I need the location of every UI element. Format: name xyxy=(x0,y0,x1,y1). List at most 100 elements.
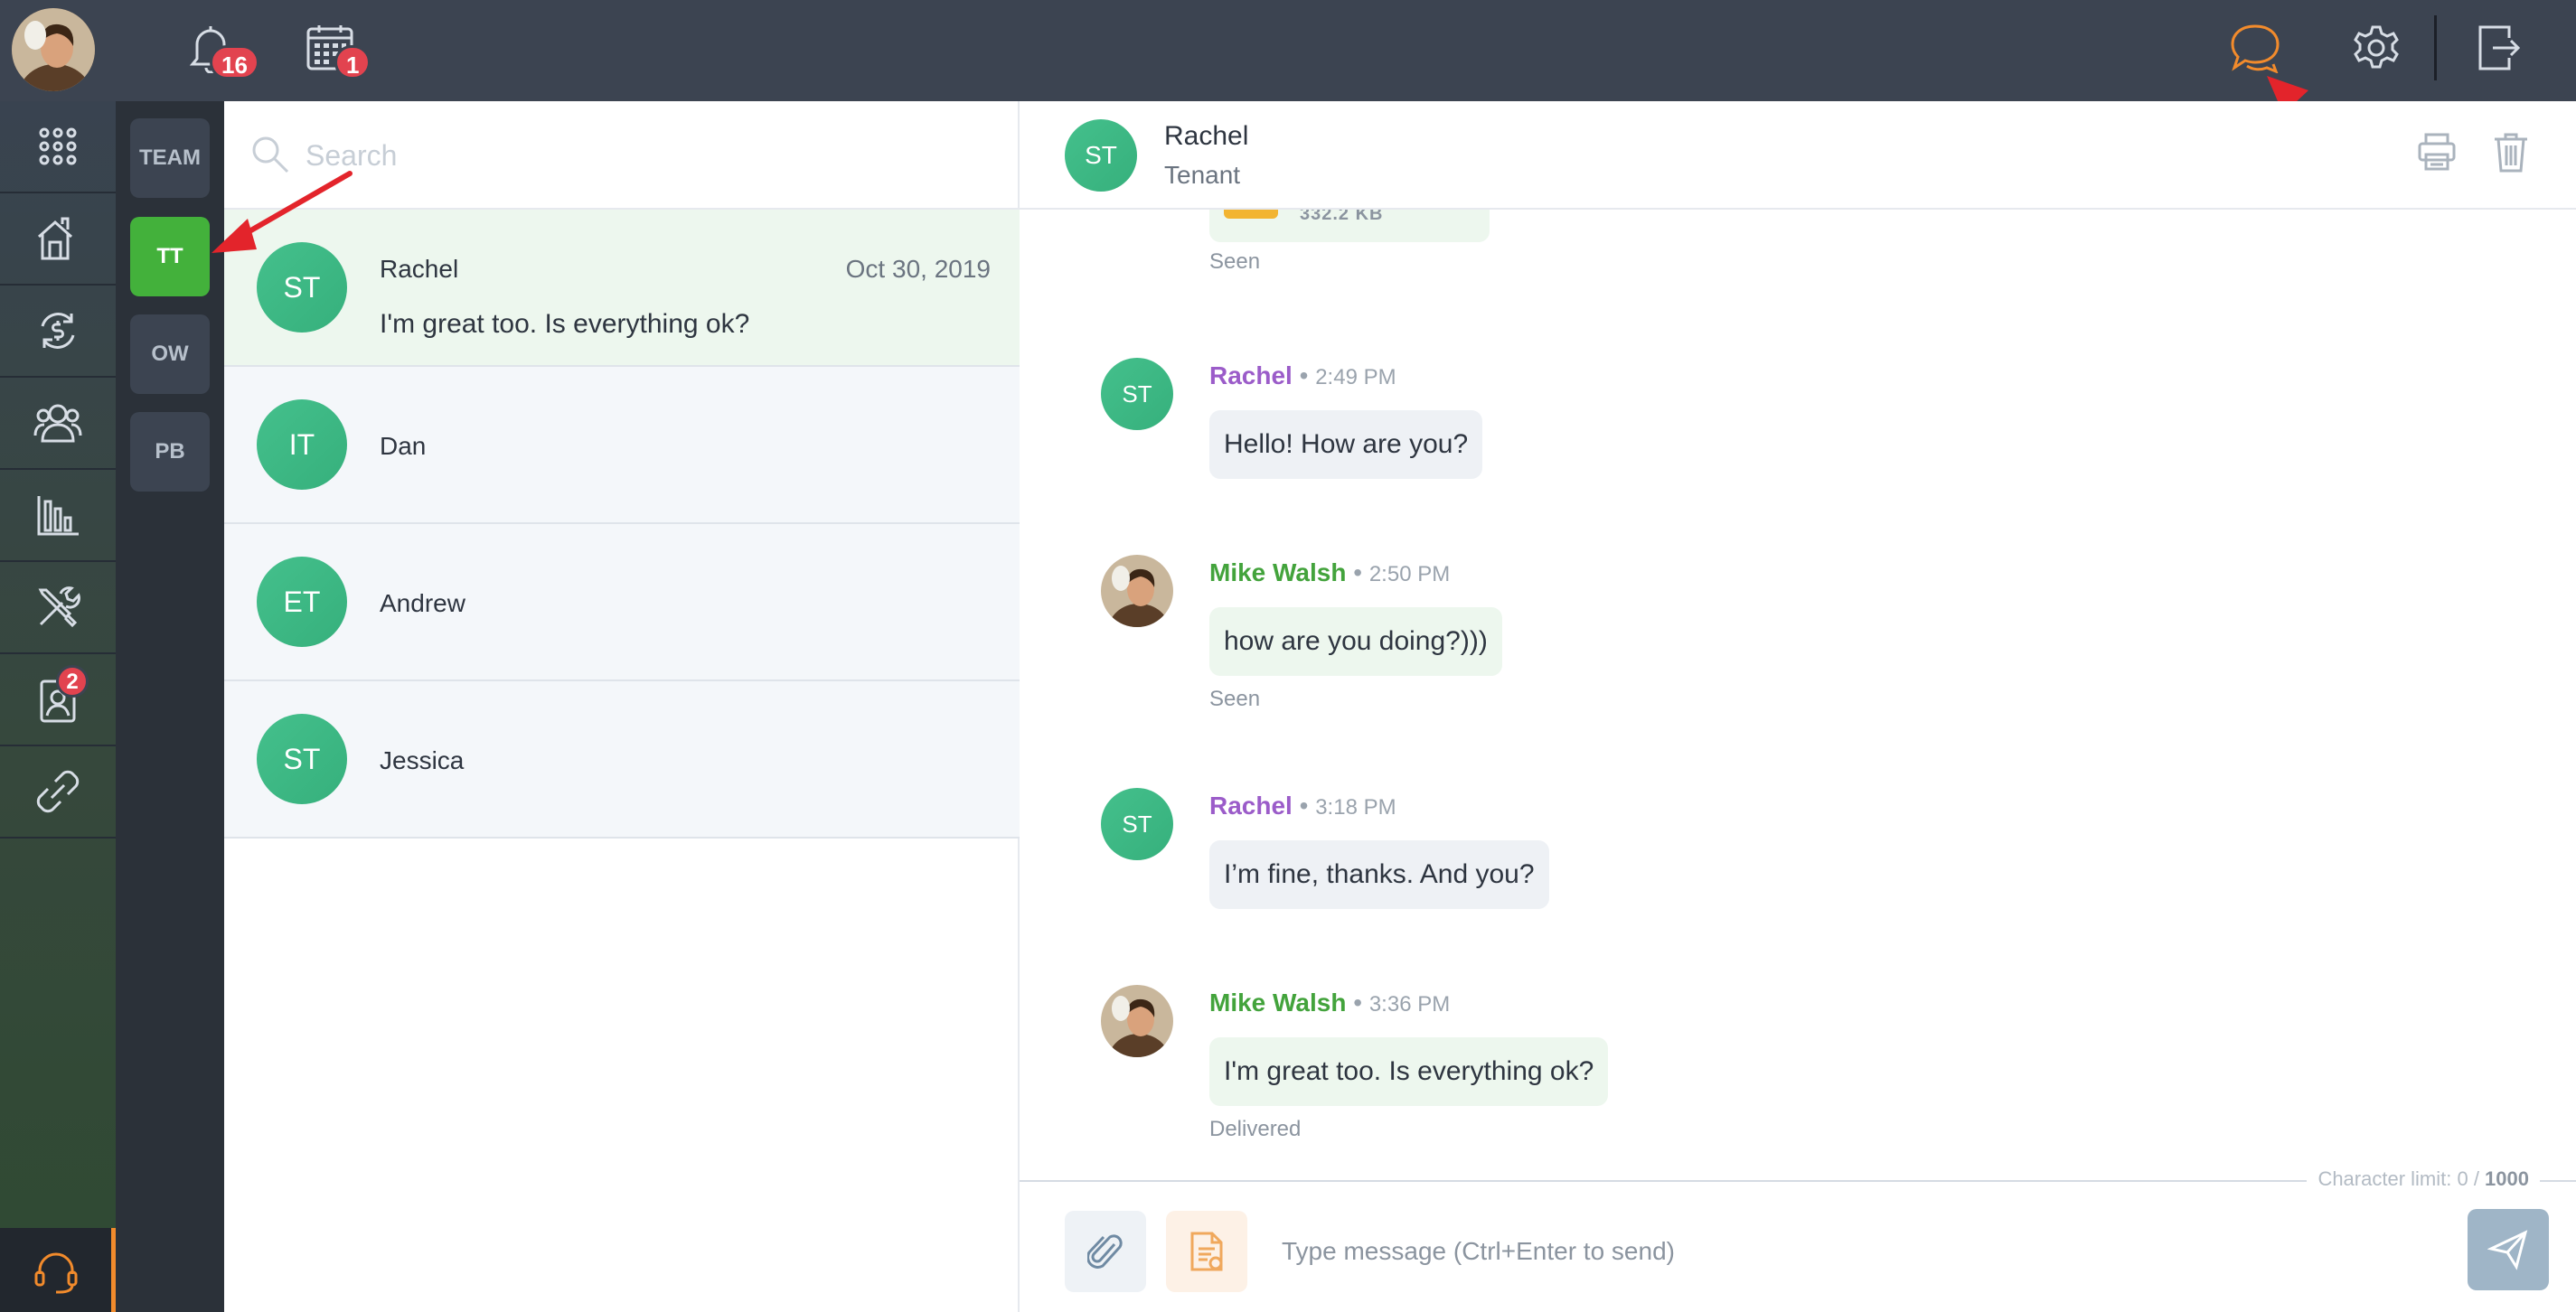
message-status: Seen xyxy=(1209,687,1261,711)
notifications-button[interactable]: 16 xyxy=(181,18,259,80)
trash-icon xyxy=(2495,133,2527,173)
message-avatar xyxy=(1101,985,1173,1057)
sidebar-item-properties[interactable] xyxy=(0,193,116,286)
notifications-badge: 16 xyxy=(210,45,259,80)
conversation-name: Rachel xyxy=(380,255,459,283)
conversation-avatar: ST xyxy=(257,242,347,333)
message-meta: Rachel • 3:18 PM xyxy=(1209,792,1396,820)
conversation-name: Jessica xyxy=(380,746,465,774)
character-limit: Character limit: 0 / 1000 xyxy=(2307,1167,2540,1191)
filter-owners[interactable]: OW xyxy=(130,314,210,394)
message-input[interactable] xyxy=(1282,1220,2384,1283)
headset-icon xyxy=(34,1252,77,1293)
message-author: Mike Walsh xyxy=(1209,989,1347,1017)
send-button[interactable] xyxy=(2468,1209,2549,1290)
contact-role: Tenant xyxy=(1164,161,1241,189)
applicants-badge: 2 xyxy=(56,665,89,698)
sidebar-item-apps[interactable] xyxy=(0,101,116,193)
sidebar-item-applicants[interactable]: 2 xyxy=(0,654,116,746)
character-limit-label: Character limit: 0 / xyxy=(2317,1167,2486,1190)
sidebar-item-reports[interactable] xyxy=(0,470,116,562)
contact-name: Rachel xyxy=(1164,121,1249,151)
meta-separator: • xyxy=(1299,361,1309,389)
sidebar-item-accounting[interactable] xyxy=(0,286,116,378)
conversation-item[interactable]: IT Dan xyxy=(224,367,1020,524)
top-bar: 16 1 xyxy=(0,0,2576,101)
print-button[interactable] xyxy=(2417,132,2457,172)
gear-icon xyxy=(2354,25,2399,69)
message-time: 3:36 PM xyxy=(1368,992,1451,1017)
chat-header: ST Rachel Tenant xyxy=(1020,101,2576,210)
delete-conversation-button[interactable] xyxy=(2493,132,2529,173)
logout-icon xyxy=(2478,25,2520,70)
message-author: Mike Walsh xyxy=(1209,558,1347,586)
properties-icon xyxy=(38,217,72,260)
conversation-name: Dan xyxy=(380,432,427,460)
message-avatar: ST xyxy=(1101,788,1173,860)
main-sidebar: 2 xyxy=(0,101,116,1312)
file-attachment[interactable]: 332.2 KB xyxy=(1209,210,1490,242)
printer-icon xyxy=(2418,133,2456,171)
message-composer: Character limit: 0 / 1000 xyxy=(1020,1167,2576,1312)
conversation-preview: I'm great too. Is everything ok? xyxy=(380,309,750,339)
conversation-avatar: IT xyxy=(257,399,347,490)
character-limit-max: 1000 xyxy=(2485,1167,2529,1190)
search-icon xyxy=(252,136,289,173)
document-template-icon xyxy=(1190,1232,1223,1271)
conversation-item[interactable]: ST Jessica xyxy=(224,681,1020,839)
conversation-name: Andrew xyxy=(380,589,465,617)
accounting-icon xyxy=(41,313,75,349)
filter-tenants[interactable]: TT xyxy=(130,217,210,296)
search-bar xyxy=(224,101,1020,210)
message-status: Seen xyxy=(1209,249,1261,274)
conversation-avatar: ET xyxy=(257,557,347,647)
filter-team[interactable]: TEAM xyxy=(130,118,210,198)
file-size: 332.2 KB xyxy=(1300,210,1384,224)
filter-pb[interactable]: PB xyxy=(130,412,210,492)
message-template-button[interactable] xyxy=(1166,1211,1247,1292)
conversation-avatar: ST xyxy=(257,714,347,804)
conversation-list: ST Rachel Oct 30, 2019 I'm great too. Is… xyxy=(224,101,1020,1312)
search-input[interactable] xyxy=(306,128,974,183)
conversation-date: Oct 30, 2019 xyxy=(845,255,991,283)
message-time: 3:18 PM xyxy=(1315,795,1396,820)
message-bubble: I'm great too. Is everything ok? xyxy=(1209,1037,1609,1106)
message-bubble: how are you doing?))) xyxy=(1209,607,1502,676)
chat-icon xyxy=(2231,24,2280,73)
message-time: 2:49 PM xyxy=(1315,365,1396,389)
message-status: Delivered xyxy=(1209,1117,1302,1141)
message-meta: Mike Walsh • 2:50 PM xyxy=(1209,558,1450,587)
meta-separator: • xyxy=(1353,989,1363,1017)
message-time: 2:50 PM xyxy=(1368,562,1451,586)
message-thread: 332.2 KB Seen ST Rachel • 2:49 PM Hello!… xyxy=(1020,210,2576,1281)
sidebar-item-links[interactable] xyxy=(0,746,116,839)
calendar-badge: 1 xyxy=(334,45,371,80)
user-avatar[interactable] xyxy=(12,8,95,91)
paperclip-icon xyxy=(1087,1234,1123,1269)
file-icon xyxy=(1224,210,1278,219)
message-meta: Mike Walsh • 3:36 PM xyxy=(1209,989,1450,1017)
sidebar-item-maintenance[interactable] xyxy=(0,562,116,654)
messages-button[interactable] xyxy=(2225,18,2285,78)
settings-button[interactable] xyxy=(2346,18,2406,78)
logout-button[interactable] xyxy=(2468,18,2527,78)
sidebar-item-people[interactable] xyxy=(0,378,116,470)
attach-file-button[interactable] xyxy=(1065,1211,1146,1292)
message-bubble: I’m fine, thanks. And you? xyxy=(1209,840,1549,909)
support-button[interactable] xyxy=(0,1228,116,1312)
conversation-item[interactable]: ET Andrew xyxy=(224,524,1020,681)
reports-icon xyxy=(37,496,79,536)
send-icon xyxy=(2487,1230,2528,1270)
message-bubble: Hello! How are you? xyxy=(1209,410,1483,479)
message-author: Rachel xyxy=(1209,792,1293,820)
meta-separator: • xyxy=(1299,792,1309,820)
message-avatar xyxy=(1101,555,1173,627)
conversation-item[interactable]: ST Rachel Oct 30, 2019 I'm great too. Is… xyxy=(224,210,1020,367)
chat-pane: ST Rachel Tenant 332.2 KB Seen ST Rachel… xyxy=(1020,101,2576,1312)
message-author: Rachel xyxy=(1209,361,1293,389)
contact-type-filters: TEAM TT OW PB xyxy=(116,101,224,1312)
calendar-button[interactable]: 1 xyxy=(300,18,371,80)
links-icon xyxy=(36,770,80,813)
meta-separator: • xyxy=(1353,558,1363,586)
apps-grid-icon xyxy=(39,127,77,165)
